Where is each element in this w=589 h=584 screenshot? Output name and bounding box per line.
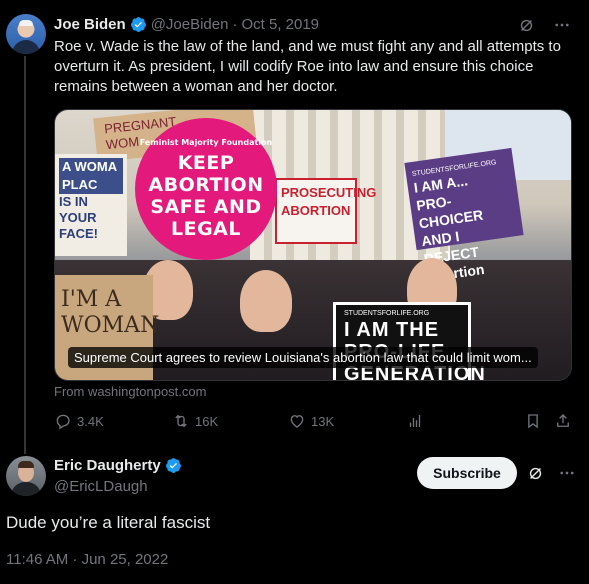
more-icon[interactable] [553, 16, 571, 34]
reply-icon [56, 414, 70, 430]
grok-icon[interactable] [526, 464, 544, 482]
tweet-top-actions [517, 16, 571, 34]
bookmark-button[interactable] [524, 412, 542, 430]
reply-timestamp[interactable]: 11:46 AM · Jun 25, 2022 [6, 551, 168, 568]
heart-icon [290, 415, 304, 428]
thread-connector-line [24, 56, 26, 454]
link-source[interactable]: From washingtonpost.com [54, 384, 206, 399]
verified-badge-icon [165, 458, 181, 473]
subscribe-button[interactable]: Subscribe [417, 457, 517, 489]
repost-icon [175, 414, 187, 428]
sign-woman-place: A WOMA PLAC IS IN YOUR FACE! [55, 154, 127, 256]
like-button[interactable]: 13K [288, 412, 334, 430]
avatar-eric-daugherty[interactable] [6, 456, 46, 496]
author-name[interactable]: Joe Biden [54, 16, 126, 33]
share-icon [557, 414, 569, 427]
verified-badge-icon [130, 16, 146, 32]
views-icon [409, 415, 421, 427]
grok-icon[interactable] [517, 16, 535, 34]
reply-count: 3.4K [77, 413, 104, 429]
reply-author-handle[interactable]: @EricLDaugh [54, 478, 148, 495]
reply-text: Dude you’re a literal fascist [6, 513, 211, 532]
media-link-card[interactable]: PREGNANT WOM A WOMA PLAC IS IN YOUR FACE… [54, 109, 572, 381]
bookmark-icon [528, 414, 538, 429]
share-button[interactable] [554, 412, 572, 430]
views-button[interactable] [406, 412, 424, 430]
sign-pro-life-generation: STUDENTSFORLIFE.ORG I AM THE PRO-LIFE GE… [333, 302, 485, 380]
reply-header: Eric Daugherty [54, 457, 182, 474]
header-separator: · [232, 15, 238, 33]
repost-button[interactable]: 16K [172, 412, 218, 430]
link-card-caption: Supreme Court agrees to review Louisiana… [68, 347, 538, 368]
reply-top-actions [526, 464, 576, 482]
protester-face [240, 270, 292, 332]
author-handle[interactable]: @JoeBiden [151, 16, 229, 33]
like-count: 13K [311, 413, 335, 429]
repost-count: 16K [195, 413, 219, 429]
sign-pro-choicer: STUDENTSFORLIFE.ORG I AM A... PRO-CHOICE… [404, 147, 524, 285]
avatar-joe-biden[interactable] [6, 14, 46, 54]
sign-prosecuting-abortion: PROSECUTING ABORTION [275, 178, 376, 244]
tweet-text: Roe v. Wade is the law of the land, and … [54, 38, 561, 95]
tweet-action-bar: 3.4K 16K 13K [54, 412, 572, 434]
tweet-date[interactable]: Oct 5, 2019 [241, 16, 319, 33]
sign-keep-abortion-safe-legal: Feminist Majority Foundation KEEP ABORTI… [135, 118, 277, 260]
reply-button[interactable]: 3.4K [54, 412, 104, 430]
more-icon[interactable] [558, 464, 576, 482]
reply-author-name[interactable]: Eric Daugherty [54, 457, 161, 474]
tweet-header: Joe Biden @JoeBiden · Oct 5, 2019 [54, 14, 319, 34]
